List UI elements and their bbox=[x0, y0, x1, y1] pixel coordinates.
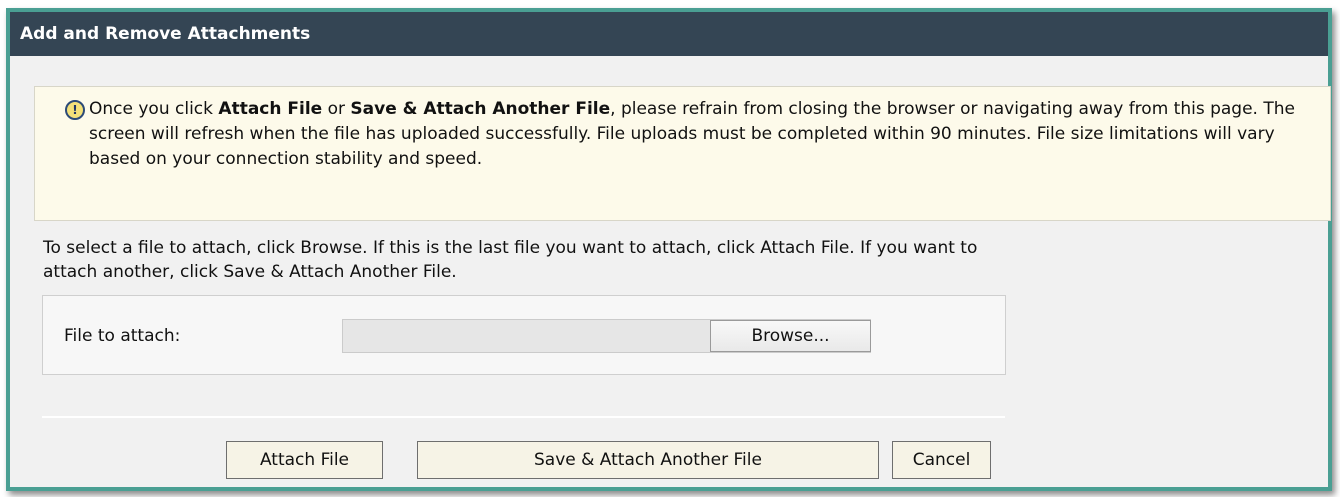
attachments-dialog: Add and Remove Attachments ! Once you cl… bbox=[6, 8, 1332, 491]
file-path-input[interactable]: Browse... bbox=[342, 319, 871, 353]
info-exclamation-icon: ! bbox=[65, 100, 85, 120]
notice-bold-save-attach: Save & Attach Another File bbox=[350, 99, 611, 119]
notice-text-1: Once you click bbox=[89, 99, 219, 119]
upload-notice: ! Once you click Attach File or Save & A… bbox=[34, 86, 1331, 221]
notice-bold-attach-file: Attach File bbox=[218, 99, 323, 119]
cancel-button[interactable]: Cancel bbox=[892, 441, 991, 479]
notice-text-2: or bbox=[322, 99, 351, 119]
attach-file-button[interactable]: Attach File bbox=[226, 441, 383, 479]
separator-line bbox=[155, 416, 1005, 418]
file-to-attach-label: File to attach: bbox=[64, 326, 181, 346]
instructions-text: To select a file to attach, click Browse… bbox=[43, 238, 978, 282]
dialog-title: Add and Remove Attachments bbox=[10, 12, 1328, 56]
separator-line-left bbox=[42, 416, 155, 418]
save-attach-another-button[interactable]: Save & Attach Another File bbox=[417, 441, 879, 479]
file-picker-panel: File to attach: Browse... bbox=[42, 295, 1006, 375]
browse-button[interactable]: Browse... bbox=[710, 320, 871, 352]
